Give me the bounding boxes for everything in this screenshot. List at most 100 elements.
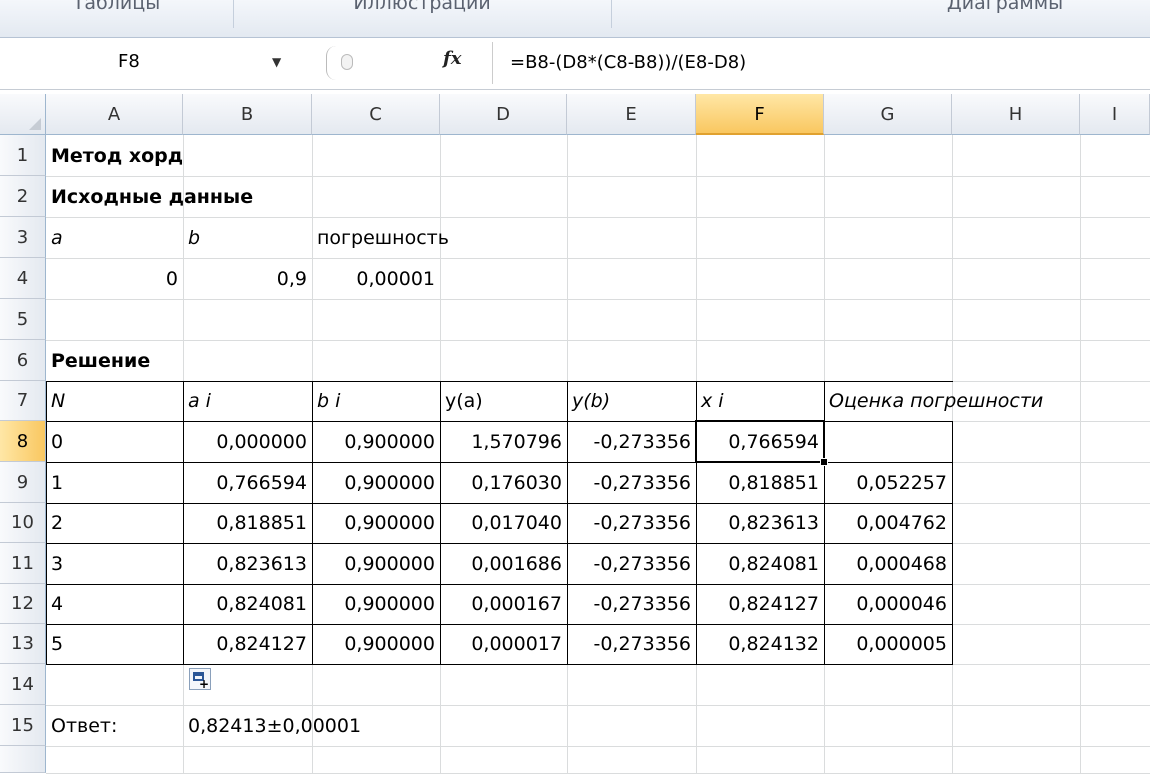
paste-options-icon[interactable]: + [189,668,211,691]
table-cell-border [567,624,697,665]
row-header-2[interactable]: 2 [0,176,46,217]
row-header-9[interactable]: 9 [0,462,46,503]
table-cell-border [440,381,568,422]
row-header-partial [0,746,46,773]
row-header-6[interactable]: 6 [0,340,46,381]
column-header-c[interactable]: C [312,94,440,135]
column-header-h[interactable]: H [952,94,1080,135]
column-header-g[interactable]: G [824,94,952,135]
table-cell-border [46,584,184,625]
table-cell-border [824,624,953,665]
table-cell-border [696,624,825,665]
table-cell-border [46,462,184,504]
name-box[interactable]: F8 ▼ [0,42,310,82]
table-cell-border [312,462,441,504]
table-cell-border [696,462,825,504]
table-cell-border [183,421,313,463]
row-header-13[interactable]: 13 [0,624,46,664]
table-cell-border [440,503,568,544]
table-cell-border [312,503,441,544]
row-header-15[interactable]: 15 [0,705,46,746]
table-cell-border [46,543,184,585]
table-cell-border [312,381,441,422]
table-cell-border [696,584,825,625]
table-cell-border [183,462,313,504]
table-cell-border [696,503,825,544]
table-cell-border [312,624,441,665]
row-header-1[interactable]: 1 [0,135,46,176]
row-header-8[interactable]: 8 [0,421,46,462]
ribbon-group-label: Таблицы [72,0,161,14]
formula-bar-handle-icon[interactable] [341,54,353,70]
table-header-border [824,381,953,382]
table-cell-border [183,584,313,625]
solution-heading[interactable]: Решение [46,340,312,381]
column-header-f[interactable]: F [696,94,824,135]
ribbon-group-charts[interactable]: Диаграммы [860,0,1150,28]
ribbon-group-tables[interactable]: Таблицы [0,0,234,28]
formula-divider [492,42,493,84]
answer-value[interactable]: 0,82413±0,00001 [183,705,440,746]
fill-handle[interactable] [820,458,828,466]
row-header-10[interactable]: 10 [0,503,46,543]
table-cell-border [46,381,184,422]
row-header-3[interactable]: 3 [0,217,46,258]
table-cell-border [567,503,697,544]
table-cell-border [440,584,568,625]
table-cell-border [567,421,697,463]
input-label-tolerance[interactable]: погрешность [312,217,567,258]
table-cell-border [824,421,953,463]
table-cell-border [440,624,568,665]
table-cell-border [567,462,697,504]
row-header-11[interactable]: 11 [0,543,46,584]
table-cell-border [824,462,953,504]
table-cell-border [312,584,441,625]
column-header-e[interactable]: E [567,94,696,135]
active-cell-f8[interactable] [695,420,825,463]
row-header-4[interactable]: 4 [0,258,46,299]
table-cell-border [183,503,313,544]
table-cell-border [824,584,953,625]
input-label-b[interactable]: b [183,217,312,258]
table-cell-border [696,543,825,585]
table-cell-border [567,584,697,625]
ribbon-group-label: Диаграммы [946,0,1064,14]
input-value-tolerance[interactable]: 0,00001 [312,258,440,299]
table-cell-border [46,421,184,463]
table-cell-border [183,543,313,585]
answer-label[interactable]: Ответ: [46,705,183,746]
table-cell-border [183,624,313,665]
formula-bar: F8 ▼ fx =B8-(D8*(C8-B8))/(E8-D8) [0,38,1150,90]
column-header-i[interactable]: I [1080,94,1150,135]
input-heading[interactable]: Исходные данные [46,176,440,217]
name-box-value: F8 [118,51,140,72]
row-header-12[interactable]: 12 [0,584,46,624]
formula-input[interactable]: =B8-(D8*(C8-B8))/(E8-D8) [510,42,746,84]
input-label-a[interactable]: a [46,217,183,258]
ribbon: Таблицы Иллюстрации Диаграммы [0,0,1150,38]
function-icon[interactable]: fx [443,48,461,69]
header-error-estimate[interactable]: Оценка погрешности [824,381,1150,421]
table-cell-border [46,503,184,544]
column-header-b[interactable]: B [183,94,312,135]
row-header-7[interactable]: 7 [0,381,46,421]
gridline-horizontal [46,746,1150,747]
ribbon-group-illustrations[interactable]: Иллюстрации [233,0,612,28]
column-header-d[interactable]: D [440,94,567,135]
chevron-down-icon[interactable]: ▼ [272,42,281,82]
select-all-button[interactable] [0,94,46,135]
plus-icon: + [198,677,209,691]
table-cell-border [183,381,313,422]
sheet-title[interactable]: Метод хорд [46,135,440,176]
gridline-horizontal [46,299,1150,300]
ribbon-group-blank [611,0,691,28]
input-value-b[interactable]: 0,9 [183,258,312,299]
column-header-a[interactable]: A [46,94,183,135]
table-cell-border [440,543,568,585]
row-header-14[interactable]: 14 [0,664,46,705]
row-header-5[interactable]: 5 [0,299,46,340]
table-cell-border [824,503,953,544]
table-cell-border [46,624,184,665]
input-value-a[interactable]: 0 [46,258,183,299]
table-cell-border [567,381,697,422]
